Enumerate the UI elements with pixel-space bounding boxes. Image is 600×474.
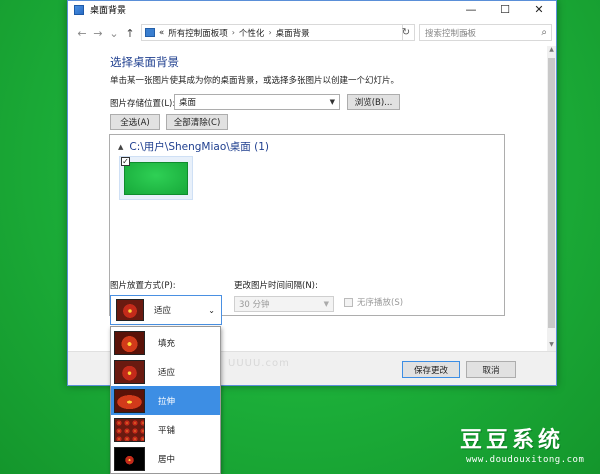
clear-all-button[interactable]: 全部清除(C) (166, 114, 228, 130)
faint-watermark-text: UUUU.com (228, 358, 290, 369)
maximize-button[interactable]: ☐ (488, 1, 522, 18)
position-option-fill[interactable]: 填充 (111, 328, 220, 357)
control-panel-icon (74, 4, 84, 15)
window-controls: — ☐ ✕ (454, 1, 556, 18)
change-interval-value: 30 分钟 (239, 300, 270, 310)
picture-group-header[interactable]: ▲ C:\用户\ShengMiao\桌面 (1) (118, 139, 269, 154)
title-bar[interactable]: 桌面背景 — ☐ ✕ (68, 1, 556, 18)
fit-preview-thumbnail (114, 359, 145, 384)
brand-url-watermark: www.doudouxitong.com (466, 455, 585, 465)
position-option-label: 拉伸 (158, 396, 176, 407)
position-preview-thumbnail (116, 299, 144, 321)
control-panel-icon (145, 28, 155, 37)
position-option-label: 居中 (158, 454, 176, 465)
position-option-label: 平铺 (158, 425, 176, 436)
browse-button[interactable]: 浏览(B)... (347, 94, 400, 110)
minimize-button[interactable]: — (454, 1, 488, 18)
chevron-down-icon: ▼ (329, 98, 335, 106)
picture-location-value: 桌面 (179, 98, 197, 108)
cancel-button[interactable]: 取消 (466, 361, 516, 378)
breadcrumb-all-control-panel[interactable]: 所有控制面板项 (168, 27, 228, 39)
main-content: 选择桌面背景 单击某一张图片使其成为你的桌面背景，或选择多张图片以创建一个幻灯片… (68, 46, 547, 351)
recent-locations-button[interactable]: ⌄ (106, 27, 122, 40)
vertical-scrollbar[interactable]: ▲ ▼ (547, 46, 556, 351)
scroll-up-icon[interactable]: ▲ (547, 46, 556, 56)
picture-location-label: 图片存储位置(L): (110, 99, 176, 109)
shuffle-option[interactable]: 无序播放(S) (344, 296, 403, 308)
address-bar[interactable]: « 所有控制面板项 › 个性化 › 桌面背景 ⌄ (141, 24, 469, 41)
breadcrumb-personalization[interactable]: 个性化 (239, 27, 265, 39)
breadcrumb-overflow[interactable]: « (159, 28, 164, 38)
search-icon[interactable]: ⌕ (541, 27, 547, 38)
position-option-stretch[interactable]: 拉伸 (111, 386, 220, 415)
picture-position-value: 适应 (154, 306, 172, 316)
shuffle-label: 无序播放(S) (357, 298, 404, 308)
brand-watermark: 豆豆系统 (460, 427, 565, 453)
forward-button[interactable]: → (90, 27, 106, 40)
breadcrumb-desktop-background[interactable]: 桌面背景 (276, 27, 310, 39)
picture-position-label: 图片放置方式(P): (110, 281, 176, 291)
picture-position-dropdown-list: 填充 适应 拉伸 平铺 居中 (110, 326, 221, 474)
change-interval-label: 更改图片时间间隔(N): (234, 281, 318, 291)
shuffle-checkbox[interactable] (344, 297, 353, 307)
stretch-preview-thumbnail (114, 388, 145, 413)
tile-preview-thumbnail (114, 417, 145, 442)
refresh-button[interactable]: ↻ (398, 24, 415, 41)
up-button[interactable]: ↑ (122, 27, 138, 40)
position-option-label: 适应 (158, 367, 176, 378)
page-description: 单击某一张图片使其成为你的桌面背景，或选择多张图片以创建一个幻灯片。 (110, 76, 400, 86)
green-wallpaper-thumbnail[interactable] (124, 162, 188, 195)
position-option-tile[interactable]: 平铺 (111, 415, 220, 444)
center-preview-thumbnail (114, 446, 145, 471)
breadcrumb-separator: › (268, 28, 272, 37)
scroll-down-icon[interactable]: ▼ (547, 341, 556, 351)
select-all-button[interactable]: 全选(A) (110, 114, 160, 130)
collapse-triangle-icon[interactable]: ▲ (118, 143, 123, 151)
picture-location-select[interactable]: 桌面 ▼ (174, 94, 340, 110)
picture-group-title: C:\用户\ShengMiao\桌面 (1) (129, 141, 270, 153)
search-input[interactable]: 搜索控制面板 ⌕ (419, 24, 552, 41)
picture-checkbox[interactable]: ✓ (121, 157, 130, 166)
position-option-label: 填充 (158, 338, 176, 349)
change-interval-select[interactable]: 30 分钟 ▼ (234, 296, 334, 312)
position-option-fit[interactable]: 适应 (111, 357, 220, 386)
picture-position-select[interactable]: 适应 ⌄ (110, 295, 222, 325)
address-toolbar: ← → ⌄ ↑ « 所有控制面板项 › 个性化 › 桌面背景 ⌄ ↻ 搜索控制面… (68, 20, 556, 46)
chevron-down-icon: ▼ (323, 300, 329, 308)
window-title: 桌面背景 (90, 6, 127, 16)
search-placeholder: 搜索控制面板 (425, 28, 477, 39)
close-button[interactable]: ✕ (522, 1, 556, 18)
back-button[interactable]: ← (74, 27, 90, 40)
page-title: 选择桌面背景 (110, 55, 179, 69)
picture-thumbnail-item[interactable]: ✓ (119, 156, 193, 200)
position-option-center[interactable]: 居中 (111, 444, 220, 473)
save-changes-button[interactable]: 保存更改 (402, 361, 460, 378)
scrollbar-thumb[interactable] (548, 58, 555, 328)
chevron-down-icon: ⌄ (208, 305, 215, 315)
fill-preview-thumbnail (114, 330, 145, 355)
breadcrumb-separator: › (231, 28, 235, 37)
